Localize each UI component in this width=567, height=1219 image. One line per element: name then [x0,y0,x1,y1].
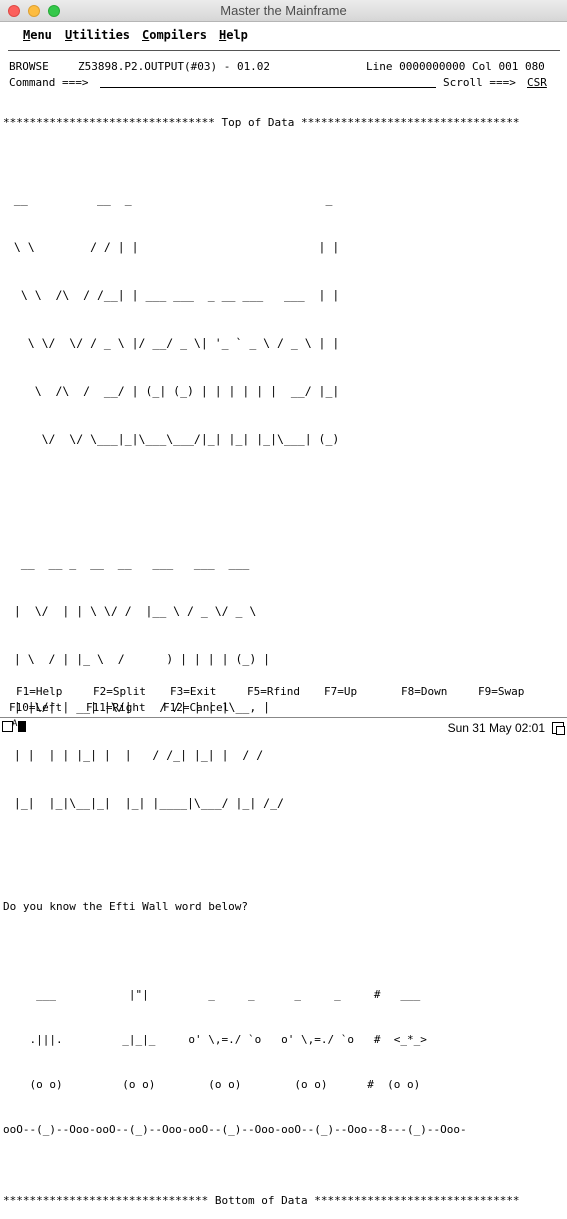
f2-split-key[interactable]: F2=Split [93,685,146,698]
ascii-banner-ibm-z: __ __ _ __ __ ___ ___ ___ | \/ | | \ \/ … [7,523,563,843]
ascii-line: \ /\ / __/ | (_| (_) | | | | | | __/ |_| [7,384,340,398]
status-bar: A Sun 31 May 02:01 [0,717,567,737]
session-indicator: A [12,719,18,729]
ascii-line: __ __ _ __ __ ___ ___ ___ [7,556,257,570]
menu-item-compilers[interactable]: Compilers [142,28,207,42]
menu-label: elp [226,28,248,42]
menu-divider [8,50,560,51]
ascii-line: | \/ | | \ \/ / |__ \ / _ \/ _ \ [7,604,257,618]
f8-down-key[interactable]: F8=Down [401,685,447,698]
window-resize-icon[interactable] [552,722,565,735]
cursor-block [18,721,26,732]
ascii-line: \ \ /\ / /__| | ___ ___ _ __ ___ ___ | | [7,288,340,302]
f1-help-key[interactable]: F1=Help [16,685,62,698]
f11-right-key[interactable]: F11=Right [86,701,146,714]
ascii-line: \ \/ \/ / _ \ |/ __/ _ \| '_ ` _ \ / _ \… [7,336,340,350]
f5-rfind-key[interactable]: F5=Rfind [247,685,300,698]
menu-label: ompilers [149,28,208,42]
f12-cancel-key[interactable]: F12=Cancel [163,701,229,714]
browse-data-area: ******************************** Top of … [3,93,563,1219]
bottom-of-data-marker: ******************************* Bottom o… [3,1194,520,1207]
ascii-line: \ \ / / | | | | [7,240,340,254]
f7-up-key[interactable]: F7=Up [324,685,357,698]
f9-swap-key[interactable]: F9=Swap [478,685,524,698]
puzzle-line: (o o) (o o) (o o) (o o) # (o o) [3,1078,421,1091]
f3-exit-key[interactable]: F3=Exit [170,685,216,698]
efti-wall-question: Do you know the Efti Wall word below? [3,900,249,913]
puzzle-line: .|||. _|_|_ o' \,=./ `o o' \,=./ `o # <_… [3,1033,427,1046]
window-title: Master the Mainframe [220,3,347,18]
menu-label: enu [30,28,52,42]
menu-item-help[interactable]: Help [219,28,248,42]
ascii-banner-welcome: __ __ _ _ \ \ / / | | | | \ \ /\ / /__| … [7,159,563,479]
efti-wall-puzzle: ___ |"| _ _ _ _ # ___ .|||. _|_|_ o' \,=… [3,957,563,1167]
line-col-position: Line 0000000000 Col 001 080 [366,60,545,73]
command-label: Command ===> [9,76,89,89]
ascii-line: \/ \/ \___|_|\___\___/|_| |_| |_|\___| (… [7,432,340,446]
puzzle-line: ___ |"| _ _ _ _ # ___ [3,988,421,1001]
window-titlebar: Master the Mainframe [0,0,567,22]
top-of-data-marker: ******************************** Top of … [3,116,520,129]
menu-item-menu[interactable]: Menu [23,28,52,42]
dataset-name: Z53898.P2.OUTPUT(#03) - 01.02 [78,60,271,73]
menu-bar: Menu Utilities Compilers Help [0,24,567,48]
ascii-line: | \ / | |_ \ / ) | | | | (_) | [7,652,271,666]
command-input[interactable] [100,75,436,88]
menu-item-utilities[interactable]: Utilities [65,28,130,42]
status-datetime: Sun 31 May 02:01 [447,721,545,735]
menu-label: tilities [72,28,131,42]
ascii-line: | | | | |_| | | / /_| |_| | / / [7,748,271,762]
ascii-line: __ __ _ _ [7,192,340,206]
puzzle-line: ooO--(_)--Ooo-ooO--(_)--Ooo-ooO--(_)--Oo… [3,1123,467,1136]
scroll-amount-field[interactable]: CSR [527,77,547,89]
ascii-line: |_| |_|\__|_| |_| |____|\___/ |_| /_/ [7,796,291,810]
scroll-label: Scroll ===> [443,76,516,89]
browse-mode-label: BROWSE [9,60,49,73]
f10-left-key[interactable]: F10=Left [9,701,62,714]
